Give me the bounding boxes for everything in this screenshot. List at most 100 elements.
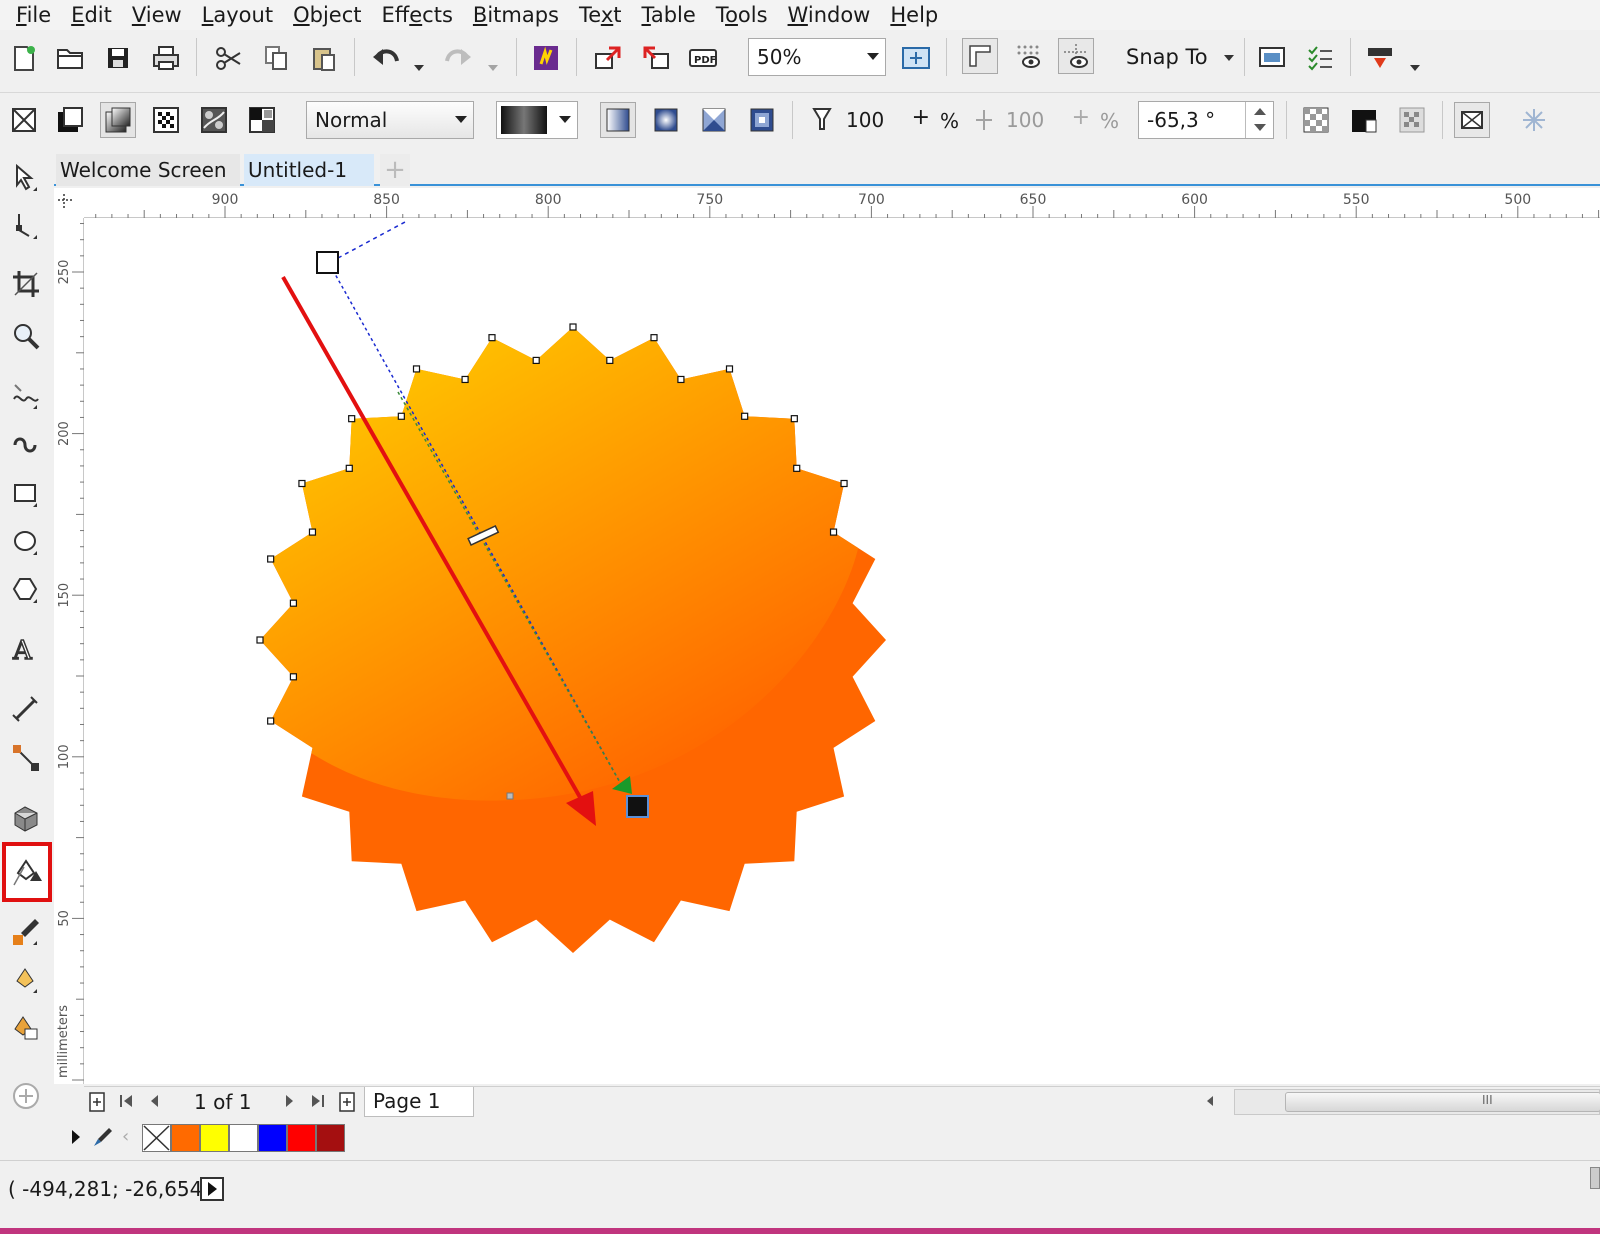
application-launcher-icon[interactable]	[1362, 40, 1398, 76]
node-handle[interactable]	[532, 356, 540, 365]
open-folder-icon[interactable]	[52, 40, 88, 76]
transform-transparency-icon[interactable]	[1454, 102, 1490, 138]
outline-pen-tool-icon[interactable]	[6, 960, 46, 1000]
paste-icon[interactable]	[306, 40, 342, 76]
fill-tool-icon[interactable]	[6, 1008, 46, 1048]
zoom-to-page-icon[interactable]	[898, 40, 934, 76]
status-expand-icon[interactable]	[200, 1177, 224, 1205]
no-color-swatch[interactable]	[142, 1124, 171, 1152]
ellipse-tool-icon[interactable]	[6, 522, 46, 562]
freeze-transparency-icon[interactable]	[1346, 102, 1382, 138]
elliptical-fountain-fill-icon[interactable]	[648, 102, 684, 138]
zoom-tool-icon[interactable]	[6, 316, 46, 356]
show-guidelines-icon[interactable]	[1058, 38, 1094, 74]
node-handle[interactable]	[488, 334, 496, 342]
save-icon[interactable]	[100, 40, 136, 76]
menu-help[interactable]: Help	[880, 0, 948, 30]
connector-tool-icon[interactable]	[6, 738, 46, 778]
menu-effects[interactable]: Effects	[372, 0, 463, 30]
extrude-tool-icon[interactable]	[6, 798, 46, 838]
vertical-ruler[interactable]: 250 200 150 100 50 millimeters	[54, 218, 84, 1084]
polygon-tool-icon[interactable]	[6, 570, 46, 610]
redo-icon[interactable]	[440, 40, 476, 76]
launcher-dropdown-arrow[interactable]	[1410, 56, 1420, 75]
menu-text[interactable]: Text	[569, 0, 631, 30]
menu-window[interactable]: Window	[778, 0, 881, 30]
vector-pattern-fill-icon[interactable]	[148, 102, 184, 138]
show-grid-icon[interactable]	[1010, 38, 1046, 74]
smart-drawing-tool-icon[interactable]	[6, 424, 46, 464]
tab-untitled-1[interactable]: Untitled-1	[244, 154, 374, 186]
node-handle[interactable]	[829, 528, 838, 536]
color-swatch[interactable]	[258, 1124, 287, 1152]
linear-fountain-fill-icon[interactable]	[600, 102, 636, 138]
next-page-icon[interactable]	[284, 1091, 296, 1116]
options-icon[interactable]	[1302, 40, 1338, 76]
node-handle[interactable]	[506, 792, 514, 800]
node-handle[interactable]	[741, 412, 749, 420]
menu-bitmaps[interactable]: Bitmaps	[463, 0, 569, 30]
eyedropper-tool-icon[interactable]	[6, 912, 46, 952]
end-opacity-input[interactable]: 100 +	[998, 101, 1094, 139]
last-page-icon[interactable]	[310, 1091, 326, 1116]
node-handle[interactable]	[289, 673, 298, 681]
cut-icon[interactable]	[210, 40, 246, 76]
show-rulers-icon[interactable]	[962, 38, 998, 74]
copy-icon[interactable]	[258, 40, 294, 76]
interactive-fill-tool-icon[interactable]	[2, 842, 52, 902]
menu-tools[interactable]: Tools	[706, 0, 778, 30]
node-handle[interactable]	[397, 412, 405, 420]
menu-edit[interactable]: Edit	[61, 0, 122, 30]
drawing-canvas[interactable]	[84, 218, 1600, 1084]
node-handle[interactable]	[412, 365, 421, 373]
node-handle[interactable]	[840, 479, 848, 488]
angle-input[interactable]: -65,3 °	[1138, 101, 1274, 139]
print-icon[interactable]	[148, 40, 184, 76]
node-move-icon[interactable]: +	[912, 105, 930, 130]
node-handle[interactable]	[606, 356, 614, 365]
shape-tool-icon[interactable]	[6, 206, 46, 246]
export-icon[interactable]	[638, 40, 674, 76]
search-content-icon[interactable]	[528, 40, 564, 76]
welcome-screen-icon[interactable]	[1254, 40, 1290, 76]
previous-page-icon[interactable]	[148, 1091, 160, 1116]
node-handle[interactable]	[256, 636, 264, 644]
menu-file[interactable]: File	[6, 0, 61, 30]
snap-to-dropdown[interactable]: Snap To	[1126, 38, 1235, 76]
fountain-fill-icon[interactable]	[100, 102, 136, 138]
undo-dropdown-arrow[interactable]	[414, 56, 424, 75]
node-handle[interactable]	[650, 334, 658, 342]
color-swatch[interactable]	[171, 1124, 200, 1152]
rectangle-tool-icon[interactable]	[6, 474, 46, 514]
page-tab-1[interactable]: Page 1	[364, 1087, 474, 1117]
scroll-left-icon[interactable]	[1204, 1093, 1216, 1114]
palette-scroll-left-icon[interactable]: ‹	[122, 1126, 129, 1147]
copy-transparency-icon[interactable]	[1394, 102, 1430, 138]
palette-eyedropper-icon[interactable]	[92, 1126, 114, 1152]
node-handle[interactable]	[793, 464, 801, 472]
color-swatch[interactable]	[316, 1124, 345, 1152]
status-resize-grip[interactable]	[1590, 1167, 1600, 1189]
insert-page-after-icon[interactable]	[338, 1091, 356, 1118]
first-page-icon[interactable]	[118, 1091, 134, 1116]
color-swatch[interactable]	[287, 1124, 316, 1152]
new-document-icon[interactable]	[6, 40, 42, 76]
menu-layout[interactable]: Layout	[192, 0, 283, 30]
node-handle[interactable]	[308, 528, 317, 536]
bitmap-pattern-fill-icon[interactable]	[196, 102, 232, 138]
color-swatch[interactable]	[200, 1124, 229, 1152]
edit-transparency-icon[interactable]	[1298, 102, 1334, 138]
undo-icon[interactable]	[368, 40, 404, 76]
merge-mode-select[interactable]: Normal	[306, 101, 474, 139]
start-opacity-input[interactable]: 100 +	[838, 101, 934, 139]
text-tool-icon[interactable]: A	[6, 630, 46, 670]
node-handle[interactable]	[790, 415, 798, 423]
fill-start-handle[interactable]	[316, 251, 339, 274]
node-handle[interactable]	[298, 479, 306, 488]
insert-page-before-icon[interactable]	[88, 1091, 106, 1118]
horizontal-scrollbar[interactable]: III	[1234, 1089, 1600, 1115]
ruler-origin-corner[interactable]	[54, 188, 84, 218]
horizontal-ruler[interactable]: 900 850 800 750 700 650 600 550 500	[84, 188, 1600, 218]
node-handle[interactable]	[345, 464, 353, 472]
pick-tool-icon[interactable]	[6, 158, 46, 198]
